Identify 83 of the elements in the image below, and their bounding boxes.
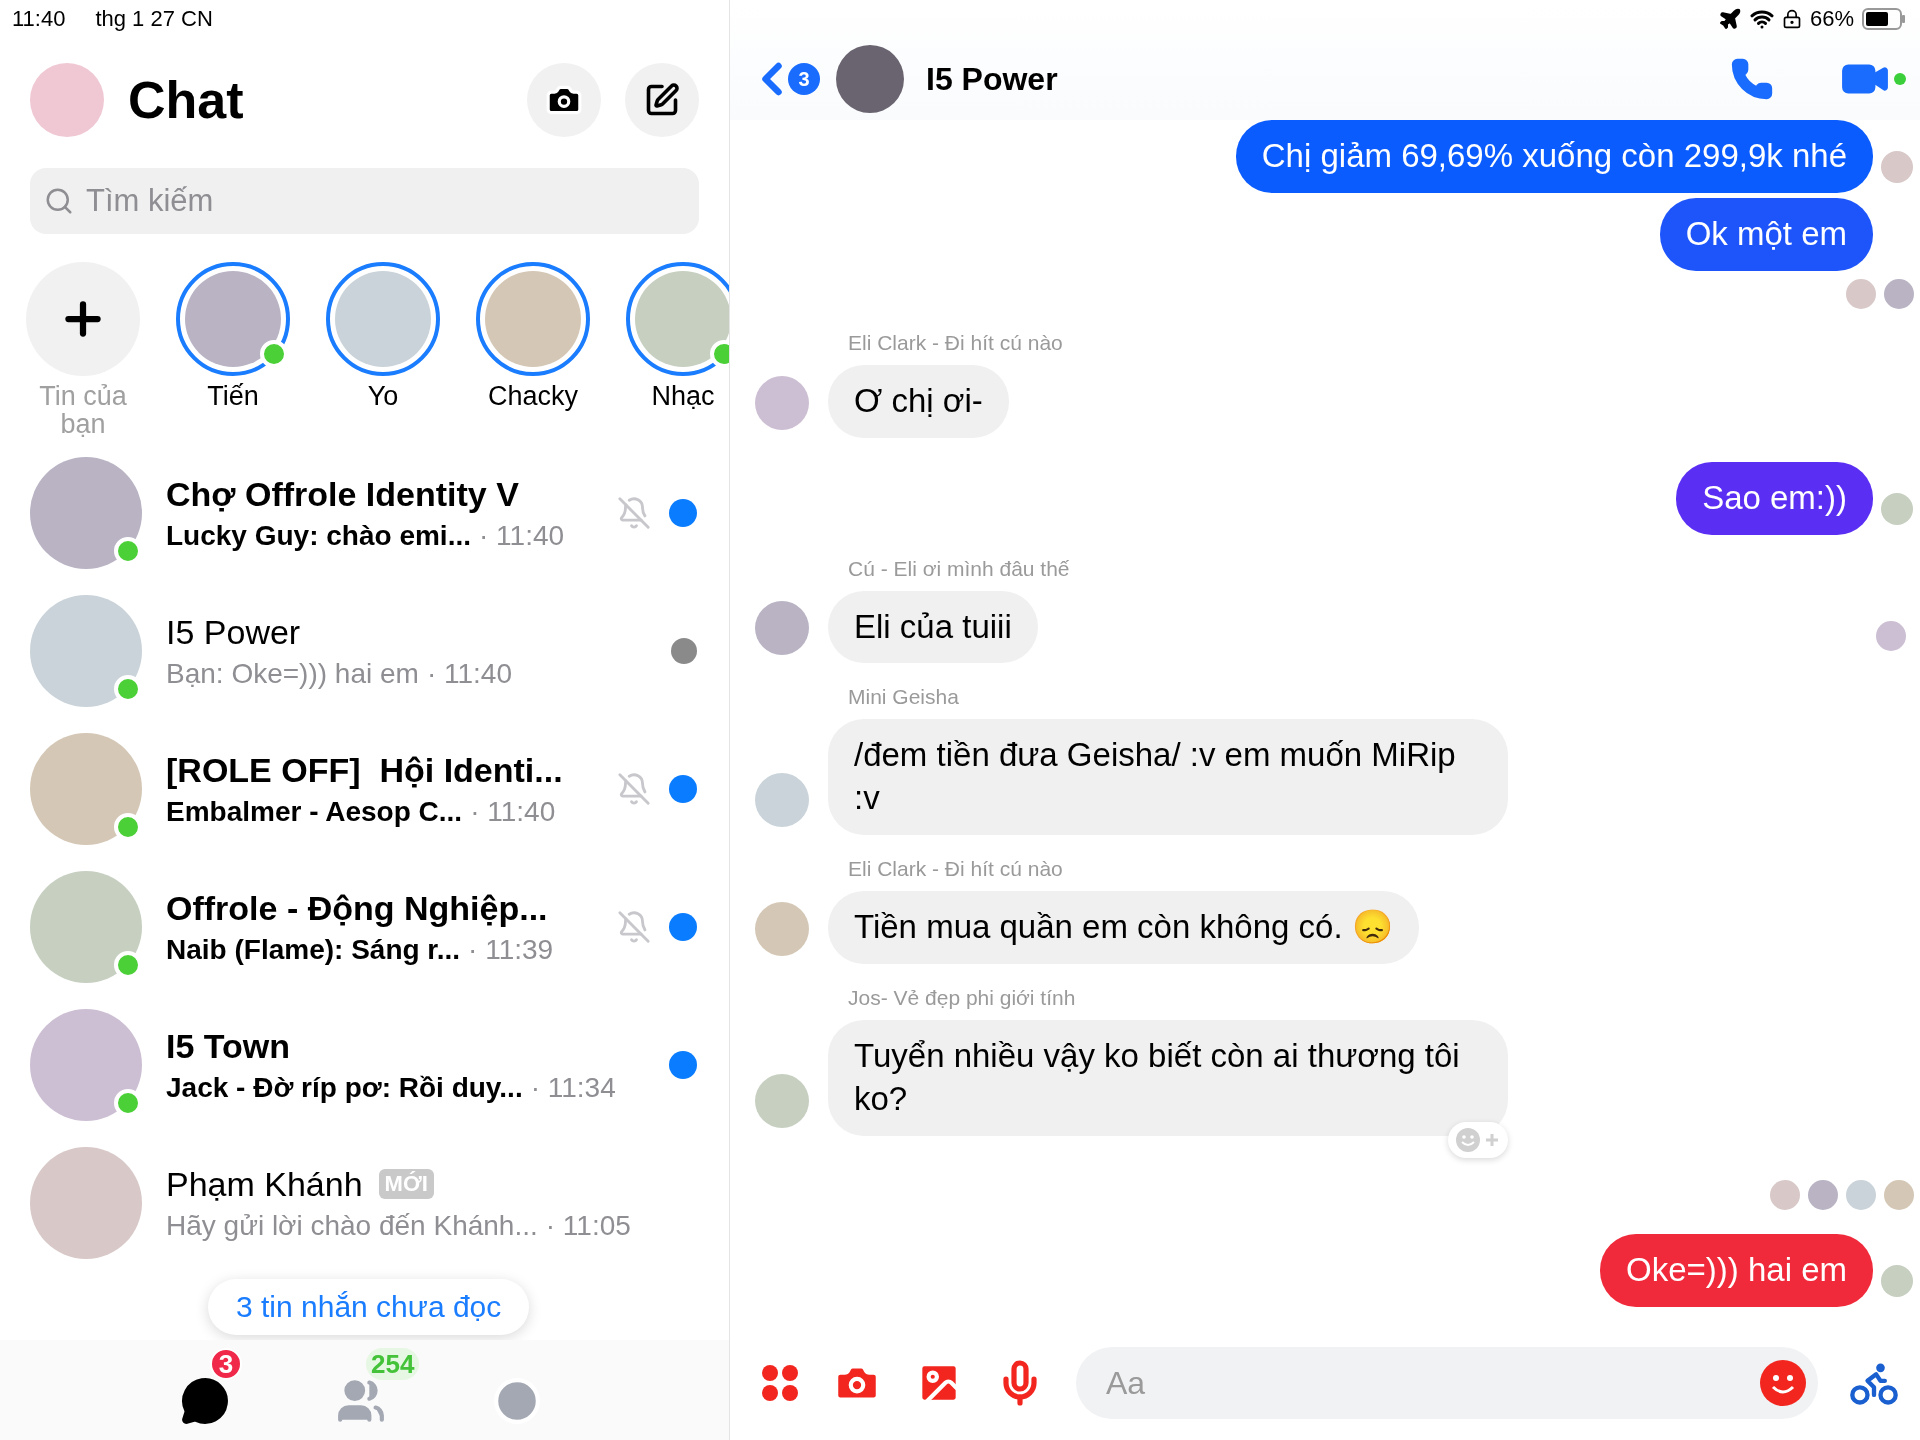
- message-time: · 11:40: [426, 657, 512, 690]
- chat-row[interactable]: Offrole - Động Nghiệp... Naib (Flame): Sáng r... · 11:39: [0, 858, 729, 996]
- message-time: · 11:40: [470, 795, 556, 828]
- message-preview: Lucky Guy: chào emi...: [166, 519, 471, 552]
- search-icon: [44, 186, 74, 216]
- story-label: Yo: [367, 382, 399, 411]
- status-date: thg 1 27 CN: [95, 6, 213, 32]
- search-field[interactable]: Tìm kiếm: [30, 168, 699, 234]
- unread-dot: [669, 913, 697, 941]
- apps-icon[interactable]: [760, 1363, 800, 1403]
- chat-name: I5 Power: [166, 612, 301, 652]
- story-label: Tin của bạn: [38, 382, 128, 439]
- message-preview: Hãy gửi lời chào đến Khánh...: [166, 1209, 538, 1242]
- sender-name: Cú - Eli ơi mình đâu thế: [848, 556, 1070, 581]
- sender-avatar: [755, 1073, 809, 1128]
- tab-badge: 254: [366, 1348, 420, 1380]
- chat-name: Chợ Offrole Identity V: [166, 474, 519, 514]
- read-avatar: [1770, 1179, 1800, 1210]
- chat-name: I5 Town: [166, 1026, 291, 1066]
- message-time: · 11:39: [468, 933, 554, 966]
- back-button[interactable]: 3: [746, 53, 820, 105]
- message-preview: Naib (Flame): Sáng r...: [166, 933, 461, 966]
- sender-avatar: [755, 375, 809, 430]
- message-bubble: Ok một em: [1659, 197, 1873, 271]
- message-input[interactable]: Aa: [1076, 1347, 1818, 1419]
- message-time: · 11:05: [545, 1209, 631, 1242]
- message-time: · 11:40: [479, 519, 565, 552]
- sender-avatar: [755, 601, 809, 656]
- message-preview: Embalmer - Aesop C...: [166, 795, 463, 828]
- read-avatar: [1884, 1179, 1914, 1210]
- message-bubble: Oke=))) hai em: [1600, 1233, 1873, 1307]
- story-ring[interactable]: [626, 262, 729, 376]
- sender-name: Jos- Vẻ đẹp phi giới tính: [848, 986, 1076, 1011]
- tab-badge: 3: [210, 1348, 242, 1380]
- message-bubble: /đem tiền đưa Geisha/ :v em muốn MiRip :v: [828, 719, 1508, 836]
- tab[interactable]: 3: [180, 1348, 280, 1432]
- sender-avatar: [755, 773, 809, 828]
- message-preview: Jack - Đờ ríp pơ: Rồi duy...: [166, 1071, 523, 1104]
- sender-name: Eli Clark - Đi hít cú nào: [848, 857, 1063, 882]
- smile-plus-icon: [1455, 1126, 1501, 1153]
- chat-row[interactable]: I5 Power Bạn: Oke=))) hai em · 11:40: [0, 582, 729, 720]
- battery-icon: [1862, 8, 1906, 30]
- unread-dot: [669, 499, 697, 527]
- call-button[interactable]: [1730, 57, 1774, 101]
- message-bubble: Sao em:)): [1676, 461, 1873, 535]
- story-label: Tiến: [207, 382, 259, 411]
- story-label: Chacky: [488, 382, 578, 411]
- conversation-title: I5 Power: [926, 60, 1059, 98]
- rotation-lock-icon: [1781, 9, 1802, 29]
- chat-name: Phạm Khánh: [166, 1164, 363, 1204]
- story-label: Nhạc: [651, 382, 715, 411]
- battery-percent: 66%: [1809, 6, 1854, 32]
- read-avatar: [1808, 1179, 1838, 1210]
- page-title: Chat: [128, 70, 245, 130]
- chat-name: [ROLE OFF] Hội Identi...: [166, 750, 563, 790]
- compose-icon: [644, 82, 680, 118]
- story-ring[interactable]: [476, 262, 590, 376]
- message-time: · 11:34: [530, 1071, 616, 1104]
- unread-dot: [669, 1051, 697, 1079]
- unread-messages-pill[interactable]: 3 tin nhắn chưa đọc: [208, 1279, 530, 1335]
- message-preview: Bạn: Oke=))) hai em: [166, 657, 419, 690]
- chat-name: Offrole - Động Nghiệp...: [166, 888, 548, 928]
- chat-row[interactable]: [ROLE OFF] Hội Identi... Embalmer - Aesop C... · 11:40: [0, 720, 729, 858]
- airplane-icon: [1717, 7, 1742, 31]
- message-bubble: Eli của tuiii: [828, 590, 1038, 664]
- phone-icon: [1730, 57, 1774, 101]
- unread-dot: [669, 775, 697, 803]
- status-time: 11:40: [12, 6, 66, 32]
- emoji-icon[interactable]: [1760, 1360, 1806, 1406]
- message-bubble: Ơ chị ơi-: [828, 364, 1009, 438]
- message-bubble: Chị giảm 69,69% xuống còn 299,9k nhé: [1235, 120, 1873, 193]
- story-ring[interactable]: [326, 262, 440, 376]
- read-avatar: [1884, 278, 1914, 309]
- message-bubble: Tiền mua quần em còn không có. 😞: [828, 891, 1419, 965]
- sender-avatar: [755, 902, 809, 957]
- chat-row[interactable]: I5 Town Jack - Đờ ríp pơ: Rồi duy... · 11:34: [0, 996, 729, 1134]
- chat-row[interactable]: Chợ Offrole Identity V Lucky Guy: chào emi... · 11:40: [0, 444, 729, 582]
- sender-name: Mini Geisha: [848, 685, 959, 710]
- story-ring[interactable]: [176, 262, 290, 376]
- chat-bubble-icon: [180, 1376, 230, 1426]
- read-avatar: [1846, 278, 1876, 309]
- read-avatar: [1846, 1179, 1876, 1210]
- sender-name: Eli Clark - Đi hít cú nào: [848, 330, 1063, 355]
